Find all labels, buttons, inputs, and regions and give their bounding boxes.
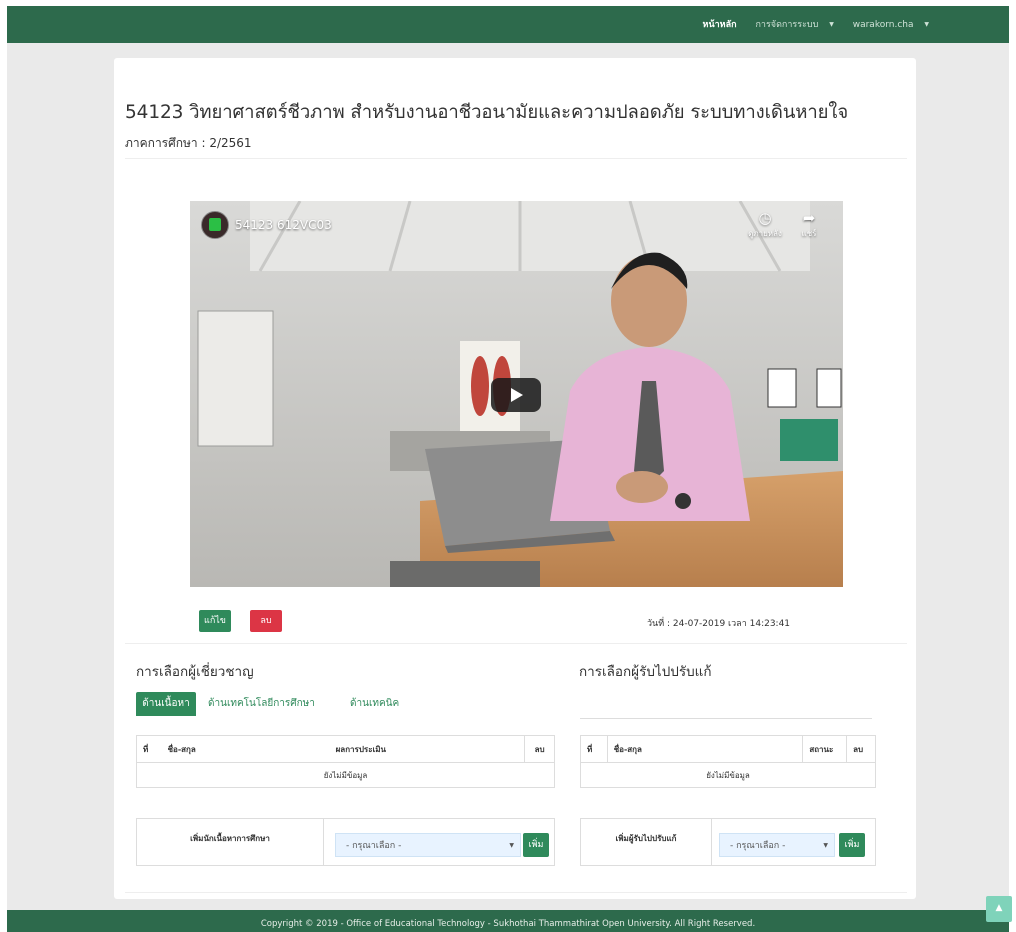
experts-section-title: การเลือกผู้เชี่ยวชาญ: [136, 664, 254, 680]
table-row: ยังไม่มีข้อมูล: [136, 762, 555, 788]
nav-manage-dropdown[interactable]: การจัดการระบบ ▼: [747, 20, 833, 30]
play-icon[interactable]: [491, 378, 541, 412]
nav-home-link[interactable]: หน้าหลัก: [703, 20, 737, 30]
timestamp: วันที่ : 24-07-2019 เวลา 14:23:41: [647, 619, 791, 629]
browser-viewport: หน้าหลัก การจัดการระบบ ▼ warakorn.cha ▼ …: [7, 6, 1009, 932]
divider: [125, 643, 907, 644]
video-player[interactable]: 54123 612VC03 ◷ ดูภายหลัง ➦ แชร์: [190, 201, 843, 587]
tab-content[interactable]: ด้านเนื้อหา: [136, 692, 196, 716]
divider: [125, 158, 907, 159]
revisers-section-title: การเลือกผู้รับไปปรับแก้: [579, 664, 712, 680]
empty-message: ยังไม่มีข้อมูล: [580, 762, 876, 788]
delete-button[interactable]: ลบ: [250, 610, 282, 632]
table-row: ยังไม่มีข้อมูล: [580, 762, 876, 788]
clock-icon: ◷: [758, 209, 772, 227]
chevron-up-icon: ▲: [995, 903, 1003, 913]
col-delete: ลบ: [524, 735, 555, 763]
add-reviser-label: เพิ่มผู้รับไปปรับแก้: [581, 819, 712, 865]
watch-later-label: ดูภายหลัง: [748, 229, 782, 238]
table-header-row: ที่ ชื่อ-สกุล ผลการประเมิน ลบ: [135, 735, 555, 763]
reviser-select-value: - กรุณาเลือก -: [730, 841, 786, 851]
add-expert-label: เพิ่มนักเนื้อหาการศึกษา: [137, 819, 324, 865]
caret-down-icon: ▼: [829, 21, 834, 28]
col-status: สถานะ: [802, 735, 848, 763]
col-delete: ลบ: [846, 735, 876, 763]
col-result: ผลการประเมิน: [329, 735, 526, 763]
add-reviser-button[interactable]: เพิ่ม: [839, 833, 865, 857]
footer: Copyright © 2019 - Office of Educational…: [7, 910, 1009, 932]
caret-down-icon: ▼: [509, 842, 514, 849]
term-label: ภาคการศึกษา : 2/2561: [125, 136, 252, 150]
table-header-row: ที่ ชื่อ-สกุล สถานะ ลบ: [580, 735, 876, 763]
add-expert-form: เพิ่มนักเนื้อหาการศึกษา - กรุณาเลือก - ▼…: [136, 818, 555, 866]
expert-select-value: - กรุณาเลือก -: [346, 841, 402, 851]
nav-user-dropdown[interactable]: warakorn.cha ▼: [845, 20, 929, 30]
navbar-menu: หน้าหลัก การจัดการระบบ ▼ warakorn.cha ▼: [695, 17, 929, 31]
watch-later-button[interactable]: ◷ ดูภายหลัง: [746, 209, 784, 240]
col-name: ชื่อ-สกุล: [606, 735, 804, 763]
edit-button[interactable]: แก้ไข: [199, 610, 231, 632]
content-card: 54123 วิทยาศาสตร์ชีวภาพ สำหรับงานอาชีวอน…: [114, 58, 916, 899]
nav-user-label: warakorn.cha: [852, 20, 914, 30]
expert-select[interactable]: - กรุณาเลือก - ▼: [335, 833, 521, 857]
experts-table: ที่ ชื่อ-สกุล ผลการประเมิน ลบ ยังไม่มีข้…: [135, 735, 555, 788]
add-reviser-form: เพิ่มผู้รับไปปรับแก้ - กรุณาเลือก - ▼ เพ…: [580, 818, 876, 866]
col-name: ชื่อ-สกุล: [161, 735, 330, 763]
nav-manage-label: การจัดการระบบ: [755, 20, 819, 30]
channel-avatar[interactable]: [201, 211, 229, 239]
page-title: 54123 วิทยาศาสตร์ชีวภาพ สำหรับงานอาชีวอน…: [125, 102, 849, 123]
divider: [125, 892, 907, 893]
add-expert-button[interactable]: เพิ่ม: [523, 833, 549, 857]
scroll-to-top-button[interactable]: ▲: [986, 896, 1012, 922]
top-navbar: หน้าหลัก การจัดการระบบ ▼ warakorn.cha ▼: [7, 6, 1009, 43]
divider: [580, 718, 872, 719]
reviser-select[interactable]: - กรุณาเลือก - ▼: [719, 833, 835, 857]
empty-message: ยังไม่มีข้อมูล: [136, 762, 555, 788]
video-title[interactable]: 54123 612VC03: [235, 218, 332, 232]
tab-edtech[interactable]: ด้านเทคโนโลยีการศึกษา: [208, 692, 315, 716]
tab-technical[interactable]: ด้านเทคนิค: [350, 692, 399, 716]
col-no: ที่: [135, 735, 162, 763]
revisers-table: ที่ ชื่อ-สกุล สถานะ ลบ ยังไม่มีข้อมูล: [580, 735, 876, 788]
share-button[interactable]: ➦ แชร์: [790, 209, 828, 240]
share-label: แชร์: [801, 229, 817, 238]
caret-down-icon: ▼: [924, 21, 929, 28]
col-no: ที่: [580, 735, 608, 763]
share-icon: ➦: [802, 209, 816, 227]
caret-down-icon: ▼: [823, 842, 828, 849]
